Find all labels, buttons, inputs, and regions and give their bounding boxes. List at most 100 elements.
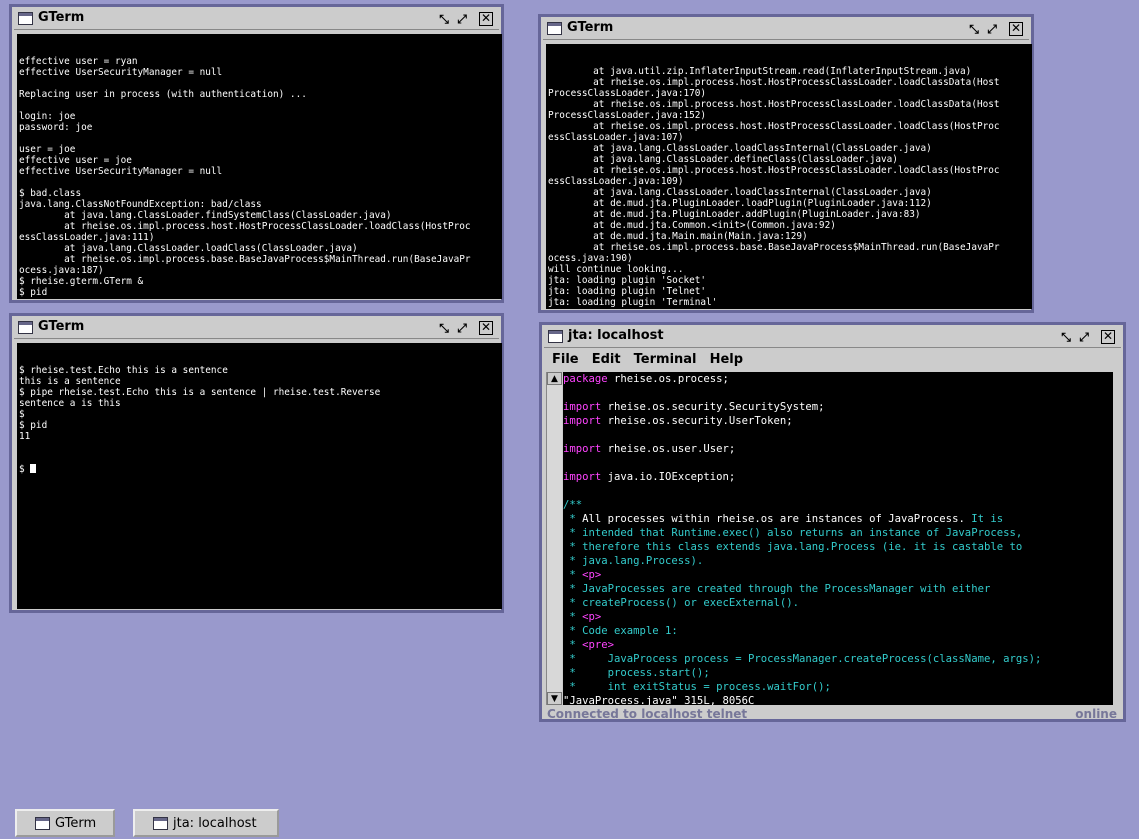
terminal-line: sentence a is this bbox=[19, 398, 121, 409]
code-line: import rheise.os.security.SecuritySystem… bbox=[563, 400, 1113, 414]
window-title: GTerm bbox=[38, 10, 85, 25]
connection-status: Connected to localhost telnet bbox=[547, 707, 748, 721]
code-token: * therefore this class extends java.lang… bbox=[563, 541, 1023, 553]
scroll-up-icon[interactable]: ▲ bbox=[547, 372, 562, 385]
code-token: import bbox=[563, 443, 602, 455]
code-line: * <p> bbox=[563, 610, 1113, 624]
code-line: import rheise.os.security.UserToken; bbox=[563, 414, 1113, 428]
terminal-line: java.lang.ClassNotFoundException: bad/cl… bbox=[19, 199, 262, 210]
code-line: * int exitStatus = process.waitFor(); bbox=[563, 680, 1113, 694]
terminal-output[interactable]: effective user = ryan effective UserSecur… bbox=[17, 34, 502, 299]
code-token: * bbox=[563, 639, 583, 651]
code-token: * bbox=[563, 611, 583, 623]
gterm-window-3[interactable]: GTerm ⤡ ⤢ ✕ at java.util.zip.InflaterInp… bbox=[538, 14, 1034, 313]
code-token: * process.start(); bbox=[563, 667, 710, 679]
title-bar[interactable]: GTerm ⤡ ⤢ ✕ bbox=[14, 318, 499, 339]
status-bar: Connected to localhost telnet online bbox=[544, 706, 1121, 722]
code-line: * therefore this class extends java.lang… bbox=[563, 540, 1113, 554]
terminal-line: essClassLoader.java:107) bbox=[548, 132, 684, 143]
code-token: * java.lang.Process). bbox=[563, 555, 704, 567]
terminal-line: jta: loading plugin 'Socket' bbox=[548, 275, 707, 286]
code-token: <p> bbox=[582, 611, 602, 623]
terminal-line: at java.lang.ClassLoader.loadClass(Class… bbox=[19, 243, 358, 254]
menu-help[interactable]: Help bbox=[710, 352, 743, 367]
menu-file[interactable]: File bbox=[552, 352, 579, 367]
minimize-icon[interactable]: ⤡ bbox=[1059, 330, 1073, 344]
terminal-line: jta: loading plugin 'Telnet' bbox=[548, 286, 707, 297]
code-line: * JavaProcesses are created through the … bbox=[563, 582, 1113, 596]
vertical-scrollbar[interactable]: ▲ ▼ bbox=[546, 372, 562, 705]
maximize-icon[interactable]: ⤢ bbox=[985, 22, 999, 36]
window-icon bbox=[18, 321, 33, 334]
title-bar[interactable]: jta: localhost ⤡ ⤢ ✕ bbox=[544, 327, 1121, 348]
code-token: package bbox=[563, 373, 608, 385]
window-icon bbox=[153, 817, 168, 830]
terminal-line: $ rheise.gterm.GTerm & bbox=[19, 276, 144, 287]
text-cursor bbox=[30, 464, 37, 473]
terminal-line: at rheise.os.impl.process.host.HostProce… bbox=[548, 99, 1000, 110]
telnet-terminal[interactable]: package rheise.os.process; import rheise… bbox=[563, 372, 1113, 705]
terminal-line: effective user = ryan bbox=[19, 56, 138, 67]
minimize-icon[interactable]: ⤡ bbox=[967, 22, 981, 36]
terminal-output[interactable]: at java.util.zip.InflaterInputStream.rea… bbox=[546, 44, 1032, 309]
code-token: * Code example 1: bbox=[563, 625, 678, 637]
window-title: GTerm bbox=[567, 20, 614, 35]
terminal-line: at rheise.os.impl.process.host.HostProce… bbox=[548, 121, 1000, 132]
window-icon bbox=[548, 330, 563, 343]
code-line: import java.io.IOException; bbox=[563, 470, 1113, 484]
terminal-line: $ rheise.test.Echo this is a sentence bbox=[19, 365, 228, 376]
terminal-line: at rheise.os.impl.process.base.BaseJavaP… bbox=[548, 242, 1000, 253]
title-bar[interactable]: GTerm ⤡ ⤢ ✕ bbox=[543, 19, 1029, 40]
terminal-line: ProcessClassLoader.java:170) bbox=[548, 88, 707, 99]
title-bar[interactable]: GTerm ⤡ ⤢ ✕ bbox=[14, 9, 499, 30]
code-token: java.io.IOException; bbox=[601, 471, 736, 483]
gterm-window-2[interactable]: GTerm ⤡ ⤢ ✕ $ rheise.test.Echo this is a… bbox=[9, 313, 504, 613]
code-token: import bbox=[563, 415, 602, 427]
maximize-icon[interactable]: ⤢ bbox=[1077, 330, 1091, 344]
terminal-line: effective UserSecurityManager = null bbox=[19, 67, 223, 78]
terminal-line: ocess.java:187) bbox=[19, 265, 104, 276]
code-token: rheise.os.process; bbox=[607, 373, 729, 385]
taskbar-item-jta[interactable]: jta: localhost bbox=[133, 809, 279, 837]
terminal-line: effective UserSecurityManager = null bbox=[19, 166, 223, 177]
window-icon bbox=[547, 22, 562, 35]
terminal-line: at rheise.os.impl.process.host.HostProce… bbox=[548, 77, 1000, 88]
close-icon[interactable]: ✕ bbox=[1009, 22, 1023, 36]
terminal-line: $ pid bbox=[19, 420, 48, 431]
code-token: It is bbox=[964, 513, 1004, 525]
close-icon[interactable]: ✕ bbox=[479, 321, 493, 335]
terminal-line: at java.util.zip.InflaterInputStream.rea… bbox=[548, 66, 972, 77]
menu-terminal[interactable]: Terminal bbox=[634, 352, 697, 367]
terminal-line: 3 bbox=[19, 298, 502, 299]
terminal-line: at java.lang.ClassLoader.findSystemClass… bbox=[19, 210, 392, 221]
code-line: "JavaProcess.java" 315L, 8056C bbox=[563, 694, 1113, 705]
gterm-window-1[interactable]: GTerm ⤡ ⤢ ✕ effective user = ryan effecti… bbox=[9, 4, 504, 303]
scroll-down-icon[interactable]: ▼ bbox=[547, 692, 562, 705]
terminal-line: user = joe bbox=[19, 144, 76, 155]
close-icon[interactable]: ✕ bbox=[1101, 330, 1115, 344]
terminal-line: at de.mud.jta.Main.main(Main.java:129) bbox=[548, 231, 808, 242]
maximize-icon[interactable]: ⤢ bbox=[455, 12, 469, 26]
terminal-line: login: joe bbox=[19, 111, 76, 122]
taskbar-item-gterm[interactable]: GTerm bbox=[15, 809, 115, 837]
minimize-icon[interactable]: ⤡ bbox=[437, 12, 451, 26]
code-line: * intended that Runtime.exec() also retu… bbox=[563, 526, 1113, 540]
code-token: rheise.os.security.UserToken; bbox=[601, 415, 793, 427]
maximize-icon[interactable]: ⤢ bbox=[455, 321, 469, 335]
code-token: * int exitStatus = process.waitFor(); bbox=[563, 681, 831, 693]
terminal-line: at de.mud.jta.PluginLoader.addPlugin(Plu… bbox=[548, 209, 921, 220]
code-token: * JavaProcess process = ProcessManager.c… bbox=[563, 653, 1042, 665]
terminal-line: essClassLoader.java:109) bbox=[548, 176, 684, 187]
terminal-output[interactable]: $ rheise.test.Echo this is a sentence thi… bbox=[17, 343, 502, 609]
jta-window[interactable]: jta: localhost ⤡ ⤢ ✕ File Edit Terminal … bbox=[539, 322, 1126, 722]
window-title: jta: localhost bbox=[568, 328, 664, 343]
terminal-line: at rheise.os.impl.process.host.HostProce… bbox=[548, 165, 1000, 176]
menu-edit[interactable]: Edit bbox=[592, 352, 621, 367]
code-line: * createProcess() or execExternal(). bbox=[563, 596, 1113, 610]
code-token: import bbox=[563, 401, 602, 413]
code-token: <pre> bbox=[582, 639, 615, 651]
close-icon[interactable]: ✕ bbox=[479, 12, 493, 26]
minimize-icon[interactable]: ⤡ bbox=[437, 321, 451, 335]
